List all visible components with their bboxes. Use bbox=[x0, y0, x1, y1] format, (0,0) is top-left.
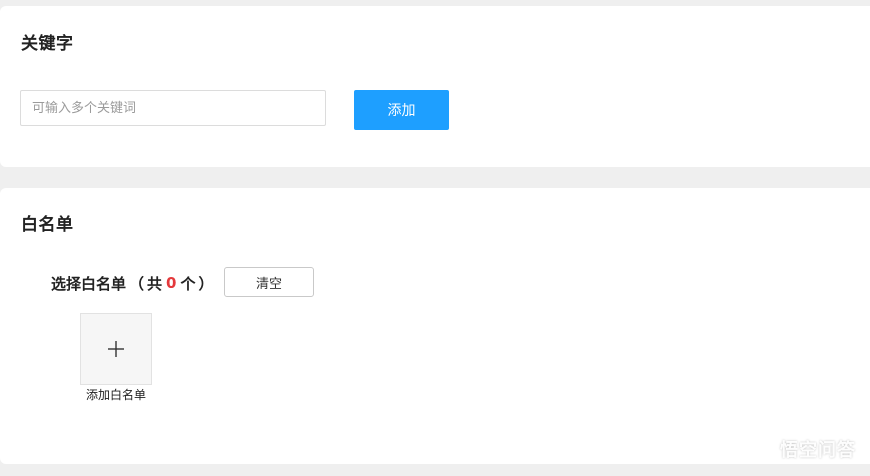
keywords-card: 关键字 添加 bbox=[0, 6, 870, 167]
whitelist-count: 0 bbox=[166, 274, 177, 292]
count-suffix: 个 bbox=[180, 274, 196, 293]
chat-bubble-icon bbox=[750, 440, 774, 458]
count-prefix: 共 bbox=[147, 274, 163, 293]
clear-whitelist-button[interactable]: 清空 bbox=[224, 267, 314, 297]
whitelist-select-label: 选择白名单 bbox=[51, 274, 127, 293]
watermark-text: 悟空问答 bbox=[780, 440, 856, 461]
add-whitelist-tile[interactable] bbox=[80, 313, 152, 385]
keyword-input[interactable] bbox=[20, 90, 326, 126]
whitelist-title: 白名单 bbox=[21, 215, 74, 235]
close-paren: ） bbox=[198, 274, 214, 293]
whitelist-select-row: 选择白名单 （ 共 0 个 ） bbox=[51, 272, 217, 294]
plus-icon bbox=[108, 341, 124, 357]
whitelist-card: 白名单 选择白名单 （ 共 0 个 ） 清空 添加白名单 bbox=[0, 188, 870, 464]
keywords-title: 关键字 bbox=[21, 34, 74, 54]
add-whitelist-label: 添加白名单 bbox=[85, 388, 146, 402]
open-paren: （ bbox=[129, 274, 145, 293]
watermark: 悟空问答 bbox=[749, 436, 856, 462]
add-keyword-button[interactable]: 添加 bbox=[354, 90, 449, 130]
